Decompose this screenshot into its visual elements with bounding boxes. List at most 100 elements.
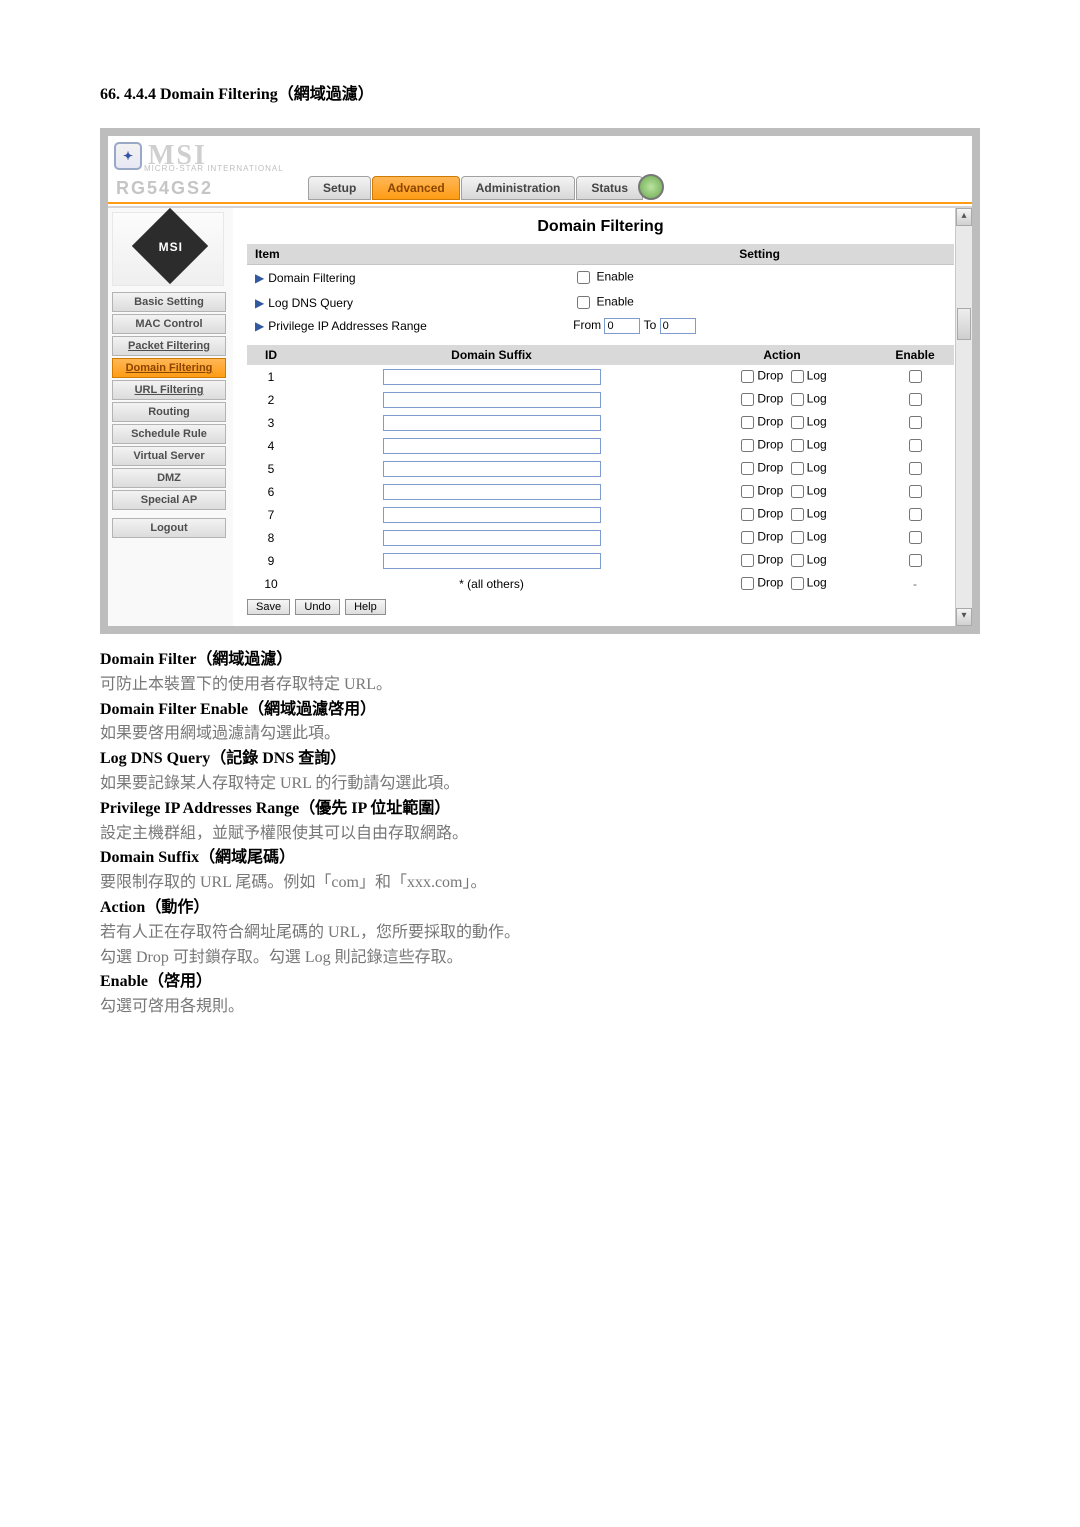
table-row: 6Drop Log	[247, 480, 954, 503]
checkbox-enable[interactable]	[909, 416, 922, 429]
checkbox-log-dns-enable[interactable]	[577, 296, 590, 309]
checkbox-drop[interactable]	[741, 370, 754, 383]
arrow-icon: ▶	[255, 271, 264, 285]
checkbox-enable[interactable]	[909, 554, 922, 567]
sidebar-image: MSI	[112, 212, 224, 286]
scroll-up-icon[interactable]: ▴	[956, 208, 972, 226]
cell-suffix	[295, 434, 688, 457]
sidebar-item-packet-filtering[interactable]: Packet Filtering	[112, 336, 226, 356]
input-domain-suffix[interactable]	[383, 484, 601, 500]
checkbox-domain-filtering-enable[interactable]	[577, 271, 590, 284]
scroll-down-icon[interactable]: ▾	[956, 608, 972, 626]
tab-setup[interactable]: Setup	[308, 176, 371, 200]
sidebar-item-dmz[interactable]: DMZ	[112, 468, 226, 488]
checkbox-drop[interactable]	[741, 462, 754, 475]
tab-administration[interactable]: Administration	[461, 176, 576, 200]
input-domain-suffix[interactable]	[383, 530, 601, 546]
checkbox-drop[interactable]	[741, 554, 754, 567]
label-drop: Drop	[757, 392, 786, 406]
input-domain-suffix[interactable]	[383, 553, 601, 569]
scroll-thumb[interactable]	[957, 308, 971, 340]
desc-title-7: Enable（啓用）	[100, 973, 212, 990]
checkbox-log[interactable]	[791, 393, 804, 406]
arrow-icon: ▶	[255, 296, 264, 310]
label-log: Log	[807, 530, 827, 544]
cell-action: Drop Log	[688, 480, 876, 503]
checkbox-enable[interactable]	[909, 393, 922, 406]
label-log: Log	[807, 553, 827, 567]
label-privilege-range: Privilege IP Addresses Range	[268, 319, 427, 333]
col-action: Action	[688, 345, 876, 365]
input-domain-suffix[interactable]	[383, 461, 601, 477]
input-range-to[interactable]	[660, 318, 696, 334]
checkbox-drop[interactable]	[741, 485, 754, 498]
sidebar-item-routing[interactable]: Routing	[112, 402, 226, 422]
cell-id: 1	[247, 365, 295, 388]
label-drop: Drop	[757, 553, 786, 567]
checkbox-log[interactable]	[791, 531, 804, 544]
input-domain-suffix[interactable]	[383, 392, 601, 408]
cell-id: 7	[247, 503, 295, 526]
cell-enable	[876, 503, 954, 526]
input-domain-suffix[interactable]	[383, 369, 601, 385]
checkbox-drop[interactable]	[741, 508, 754, 521]
table-row: 1Drop Log	[247, 365, 954, 388]
label-drop: Drop	[757, 484, 786, 498]
checkbox-drop[interactable]	[741, 577, 754, 590]
checkbox-log[interactable]	[791, 462, 804, 475]
sidebar-item-logout[interactable]: Logout	[112, 518, 226, 538]
label-drop: Drop	[757, 530, 786, 544]
from-label: From	[573, 318, 601, 332]
help-button[interactable]: Help	[345, 599, 386, 615]
undo-button[interactable]: Undo	[295, 599, 339, 615]
tab-advanced[interactable]: Advanced	[372, 176, 459, 200]
checkbox-log[interactable]	[791, 508, 804, 521]
input-range-from[interactable]	[604, 318, 640, 334]
input-domain-suffix[interactable]	[383, 438, 601, 454]
cell-action: Drop Log	[688, 526, 876, 549]
checkbox-enable[interactable]	[909, 370, 922, 383]
cell-enable	[876, 411, 954, 434]
input-domain-suffix[interactable]	[383, 507, 601, 523]
cell-action: Drop Log	[688, 503, 876, 526]
sidebar-item-domain-filtering[interactable]: Domain Filtering	[112, 358, 226, 378]
label-log: Log	[807, 484, 827, 498]
checkbox-log[interactable]	[791, 485, 804, 498]
checkbox-enable[interactable]	[909, 508, 922, 521]
desc-title-4: Privilege IP Addresses Range（優先 IP 位址範圍）	[100, 800, 450, 817]
checkbox-enable[interactable]	[909, 531, 922, 544]
label-log: Log	[807, 461, 827, 475]
checkbox-log[interactable]	[791, 416, 804, 429]
sidebar-item-schedule-rule[interactable]: Schedule Rule	[112, 424, 226, 444]
checkbox-log[interactable]	[791, 370, 804, 383]
input-domain-suffix[interactable]	[383, 415, 601, 431]
checkbox-drop[interactable]	[741, 416, 754, 429]
checkbox-log[interactable]	[791, 577, 804, 590]
checkbox-drop[interactable]	[741, 439, 754, 452]
tab-status[interactable]: Status	[576, 176, 643, 200]
cell-action: Drop Log	[688, 434, 876, 457]
cell-suffix: * (all others)	[295, 572, 688, 595]
label-log-dns-query: Log DNS Query	[268, 296, 353, 310]
checkbox-drop[interactable]	[741, 531, 754, 544]
cell-enable	[876, 365, 954, 388]
sidebar-item-virtual-server[interactable]: Virtual Server	[112, 446, 226, 466]
cell-action: Drop Log	[688, 457, 876, 480]
cell-enable	[876, 549, 954, 572]
cell-enable: -	[876, 572, 954, 595]
checkbox-enable[interactable]	[909, 462, 922, 475]
sidebar-item-basic-setting[interactable]: Basic Setting	[112, 292, 226, 312]
desc-body-7: 勾選可啓用各規則。	[100, 995, 980, 1020]
checkbox-log[interactable]	[791, 439, 804, 452]
enable-label: Enable	[596, 270, 633, 284]
sidebar-item-special-ap[interactable]: Special AP	[112, 490, 226, 510]
sidebar-item-url-filtering[interactable]: URL Filtering	[112, 380, 226, 400]
sidebar-item-mac-control[interactable]: MAC Control	[112, 314, 226, 334]
checkbox-enable[interactable]	[909, 439, 922, 452]
save-button[interactable]: Save	[247, 599, 290, 615]
checkbox-log[interactable]	[791, 554, 804, 567]
checkbox-drop[interactable]	[741, 393, 754, 406]
checkbox-enable[interactable]	[909, 485, 922, 498]
vertical-scrollbar[interactable]: ▴ ▾	[955, 208, 972, 626]
row-log-dns-query: ▶Log DNS Query Enable	[247, 290, 954, 315]
